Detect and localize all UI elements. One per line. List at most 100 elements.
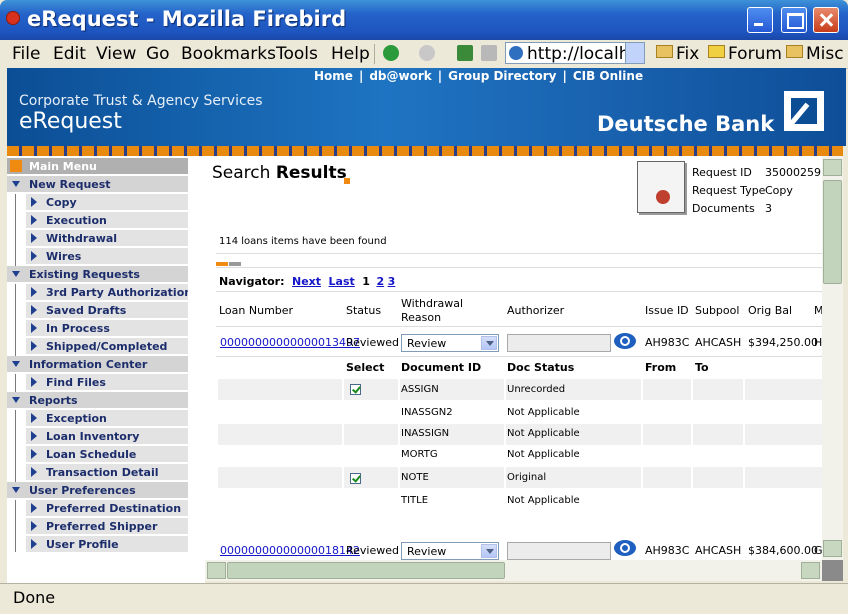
divider [216,291,822,292]
arrow-icon [31,503,37,513]
menu-help[interactable]: Help [331,44,370,64]
navigator-page-2[interactable]: 2 [376,275,384,288]
section-label: Existing Requests [29,268,140,281]
link-group-directory[interactable]: Group Directory [448,69,556,83]
search-icon[interactable] [614,540,636,556]
vertical-scroll-thumb[interactable] [823,180,842,284]
link-home[interactable]: Home [314,69,353,83]
menu-tools[interactable]: Tools [276,44,318,64]
horizontal-scroll-thumb[interactable] [227,562,505,579]
sidebar-item-loan-inventory[interactable]: Loan Inventory [7,428,188,446]
sidebar-item-shipped-completed[interactable]: Shipped/Completed [7,338,188,356]
sidebar-item-user-profile[interactable]: User Profile [7,536,188,552]
expand-arrow-icon [12,487,20,493]
sidebar-item-3rd-party-authorization[interactable]: 3rd Party Authorization [7,284,192,302]
navigator-last-link[interactable]: Last [329,275,355,288]
maximize-button[interactable] [781,7,807,33]
scroll-left-button[interactable] [207,562,226,579]
app-title: eRequest [19,109,122,134]
authorizer-input[interactable] [507,334,611,352]
vertical-scrollbar[interactable] [822,156,843,560]
page-title: Search Results [212,163,347,183]
sidebar-item-label: Loan Inventory [46,430,140,443]
document-select-checkbox[interactable] [350,384,361,395]
url-dropdown-button[interactable] [625,43,644,63]
col-to: To [695,361,709,374]
subpool: AHCASH [695,544,742,557]
sidebar-item-find-files[interactable]: Find Files [7,374,188,392]
sidebar-item-exception[interactable]: Exception [7,410,188,428]
sidebar-item-wires[interactable]: Wires [7,248,188,266]
scroll-down-button[interactable] [823,540,842,557]
section-label: Information Center [29,358,148,371]
minimize-button[interactable] [747,7,773,33]
section-reports[interactable]: Reports [7,392,188,408]
sidebar-item-saved-drafts[interactable]: Saved Drafts [7,302,188,320]
loan-number-link[interactable]: 00000000000000013497 [220,336,360,349]
stop-icon[interactable] [481,45,497,61]
authorizer-input[interactable] [507,542,611,560]
back-icon[interactable] [383,45,399,61]
link-db-at-work[interactable]: db@work [369,69,431,83]
sidebar-item-in-process[interactable]: In Process [7,320,188,338]
section-user-preferences[interactable]: User Preferences [7,482,188,498]
document-select-checkbox[interactable] [350,473,361,484]
bookmark-fix[interactable]: Fix [656,44,699,64]
search-icon[interactable] [614,333,636,349]
menu-go[interactable]: Go [146,44,170,64]
close-button[interactable] [813,7,839,33]
menu-view[interactable]: View [96,44,136,64]
section-new-request[interactable]: New Request [7,176,188,192]
arrow-icon [31,305,37,315]
section-existing-requests[interactable]: Existing Requests [7,266,188,282]
title-accent-square [344,178,350,184]
document-status: Original [507,472,547,483]
chevron-down-icon[interactable] [481,544,497,558]
col-from: From [645,361,677,374]
sidebar-item-execution[interactable]: Execution [7,212,188,230]
col-doc-status: Doc Status [507,361,575,374]
navigator-page-3[interactable]: 3 [388,275,396,288]
arrow-icon [31,539,37,549]
firebird-icon [6,11,20,25]
document-status: Not Applicable [507,449,580,460]
sidebar-item-withdrawal[interactable]: Withdrawal [7,230,188,248]
bookmark-misc[interactable]: Misc [786,44,844,64]
url-input[interactable]: http://localhost [527,44,625,64]
sidebar-item-copy[interactable]: Copy [7,194,188,212]
sidebar-item-loan-schedule[interactable]: Loan Schedule [7,446,188,464]
horizontal-scrollbar[interactable] [205,560,822,581]
link-cib-online[interactable]: CIB Online [573,69,643,83]
menu-bookmarks[interactable]: Bookmarks [181,44,276,64]
document-id: NOTE [401,472,429,483]
bookmark-forum[interactable]: Forum [708,44,782,64]
sidebar-item-label: Loan Schedule [46,448,137,461]
orig-bal: $384,600.00 [748,544,818,557]
chevron-down-icon[interactable] [481,336,497,350]
sidebar-item-label: Find Files [46,376,106,389]
document-certificate-icon [637,161,685,213]
sidebar-item-transaction-detail[interactable]: Transaction Detail [7,464,188,482]
withdrawal-reason-select[interactable]: Review [401,334,499,352]
sidebar-item-preferred-shipper[interactable]: Preferred Shipper [7,518,188,536]
sidebar-item-label: Withdrawal [46,232,118,245]
section-label: User Preferences [29,484,136,497]
loan-number-link[interactable]: 00000000000000018142 [220,544,360,557]
navigator-next-link[interactable]: Next [292,275,321,288]
reload-icon[interactable] [457,45,473,61]
menu-file[interactable]: File [12,44,40,64]
menu-edit[interactable]: Edit [53,44,86,64]
section-label: Reports [29,394,78,407]
sidebar-item-preferred-destination[interactable]: Preferred Destination [7,500,188,518]
scroll-right-button[interactable] [801,562,820,579]
page-icon [509,46,523,60]
arrow-icon [31,377,37,387]
divider [216,267,822,268]
section-information-center[interactable]: Information Center [7,356,188,372]
url-bar[interactable]: http://localhost [505,42,645,64]
forward-icon[interactable] [419,45,435,61]
main-menu-label: Main Menu [29,160,97,173]
scroll-up-button[interactable] [823,159,842,176]
title-bar: eRequest - Mozilla Firebird [0,0,848,40]
withdrawal-reason-select[interactable]: Review [401,542,499,560]
